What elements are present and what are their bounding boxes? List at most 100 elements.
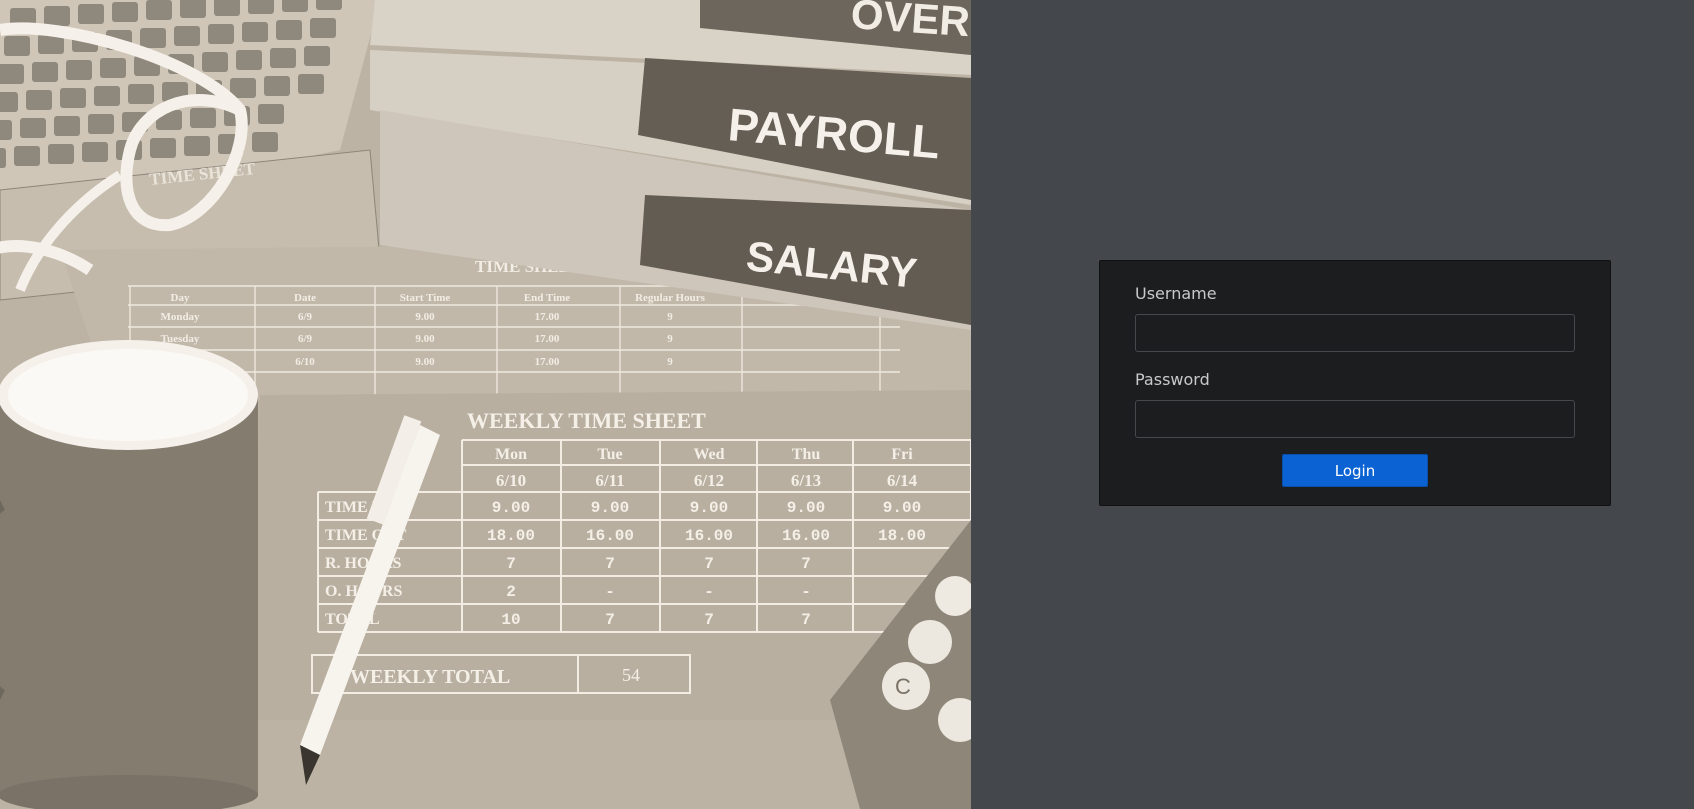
weekly-total-value: 54 [622,665,640,685]
keyboard-key [0,148,6,168]
weekly-cell: 9.00 [591,499,629,517]
keyboard-key [0,64,24,84]
keyboard-key [180,0,206,18]
keyboard-key [48,144,74,164]
keyboard-key [248,0,274,14]
timesheet-mid-cell: 9 [667,311,673,323]
weekly-cell: 16.00 [586,527,634,545]
timesheet-mid-header: Start Time [400,292,451,304]
weekly-date: 6/12 [694,471,724,490]
timesheet-mid-cell: 9 [667,356,673,368]
timesheet-mid-cell: 9 [667,333,673,345]
keyboard-key [270,48,296,68]
timesheet-mid-cell: 17.00 [535,333,560,345]
weekly-date: 6/10 [496,471,526,490]
weekly-cell: 9.00 [690,499,728,517]
weekly-cell: 18.00 [878,527,926,545]
keyboard-key [276,20,302,40]
keyboard-key [26,90,52,110]
keyboard-key [184,136,210,156]
timesheet-mid-cell: 9.00 [415,333,435,345]
weekly-cell: 7 [704,555,714,573]
keyboard-key [32,62,58,82]
hero-image: TIME SHEET TIME SHEET Day Date Start Time E… [0,0,971,809]
timesheet-mid-cell: 6/9 [298,333,313,345]
weekly-cell: - [704,583,714,601]
keyboard-key [208,24,234,44]
weekly-total-label: WEEKLY TOTAL [350,666,510,688]
keyboard-key [0,120,12,140]
username-input[interactable] [1135,314,1575,352]
weekly-cell: 16.00 [685,527,733,545]
weekly-cell: 2 [506,583,516,601]
weekly-day: Fri [891,446,913,463]
keyboard-key [282,0,308,12]
keyboard-key [14,146,40,166]
timesheet-mid-header: Regular Hours [635,292,705,304]
weekly-day: Wed [693,446,724,463]
coffee-mug [0,340,258,809]
keyboard-key [236,50,262,70]
timesheet-mid-header: Day [171,292,190,304]
keyboard-key [214,0,240,16]
username-label: Username [1135,284,1217,303]
keyboard-key [264,76,290,96]
timesheet-mid-cell: 17.00 [535,356,560,368]
keyboard-key [60,88,86,108]
weekly-cell: 18.00 [487,527,535,545]
timesheet-mid-cell: 6/9 [298,311,313,323]
keyboard-key [190,108,216,128]
timesheet-mid-cell: 6/10 [295,356,315,368]
weekly-date: 6/13 [791,471,821,490]
calculator-key-c: C [895,674,911,699]
keyboard-key [44,6,70,26]
keyboard-key [150,138,176,158]
keyboard-key [94,86,120,106]
keyboard-key [78,4,104,24]
keyboard-key [0,92,18,112]
keyboard-key [298,74,324,94]
weekly-cell: 16.00 [782,527,830,545]
timesheet-mid-cell: 9.00 [415,356,435,368]
keyboard-key [252,132,278,152]
password-label: Password [1135,370,1210,389]
keyboard-key [174,26,200,46]
weekly-day: Thu [792,446,821,463]
weekly-cell: - [801,583,811,601]
keyboard-key [20,118,46,138]
login-card: Username Password Login [1099,260,1611,506]
timesheet-mid-cell: Monday [160,311,200,323]
weekly-cell: 7 [506,555,516,573]
weekly-cell: - [605,583,615,601]
keyboard-key [54,116,80,136]
keyboard-key [112,2,138,22]
timesheet-mid-header: Date [294,292,316,304]
keyboard-key [140,28,166,48]
keyboard-key [82,142,108,162]
keyboard-key [310,18,336,38]
weekly-title: WEEKLY TIME SHEET [467,408,706,433]
login-button[interactable]: Login [1282,454,1428,487]
weekly-cell: 7 [605,611,615,629]
keyboard-key [316,0,342,10]
weekly-day: Mon [495,446,527,463]
keyboard-key [258,104,284,124]
keyboard-key [146,0,172,20]
keyboard-key [4,36,30,56]
keyboard-key [88,114,114,134]
weekly-date: 6/14 [887,471,918,490]
weekly-cell: 7 [801,555,811,573]
weekly-cell: 9.00 [492,499,530,517]
keyboard-key [242,22,268,42]
timesheet-mid-cell: 9.00 [415,311,435,323]
keyboard-key [100,58,126,78]
keyboard-key [66,60,92,80]
keyboard-key [128,84,154,104]
weekly-date: 6/11 [595,471,624,490]
timesheet-mid-cell: 17.00 [535,311,560,323]
weekly-day: Tue [597,446,622,463]
password-input[interactable] [1135,400,1575,438]
keyboard-key [202,52,228,72]
weekly-cell: 7 [704,611,714,629]
weekly-cell: 7 [801,611,811,629]
